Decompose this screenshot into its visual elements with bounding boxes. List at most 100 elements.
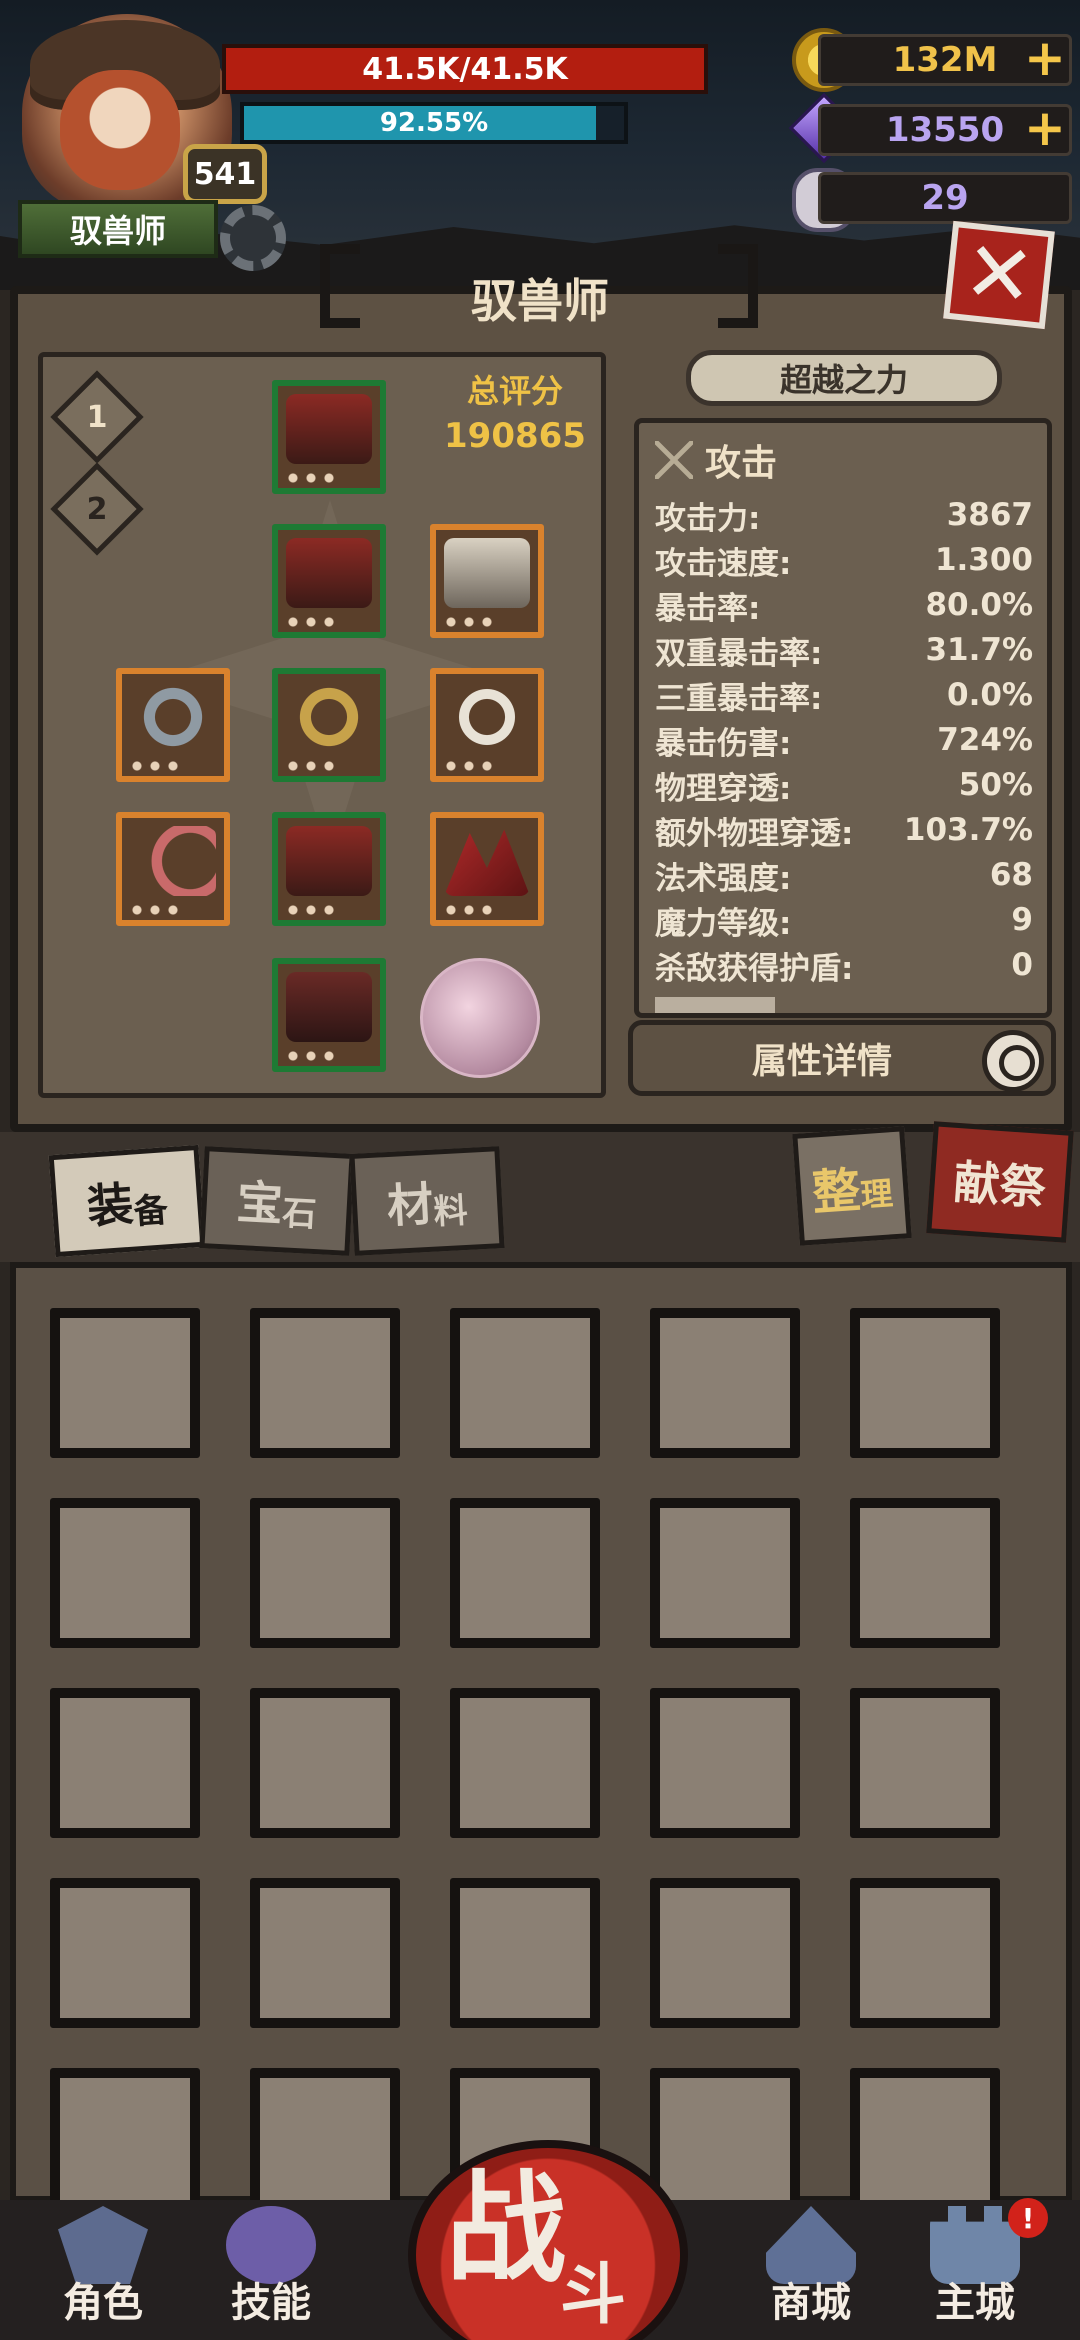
inventory-slot[interactable] <box>250 1688 400 1838</box>
equip-slot-helmet[interactable] <box>272 380 386 494</box>
avatar-face <box>60 70 180 190</box>
tab-materials[interactable]: 材料 <box>349 1146 505 1256</box>
equip-slot-ring-left[interactable] <box>116 668 230 782</box>
equip-slot-legs[interactable] <box>272 812 386 926</box>
stat-name: 攻击速度: <box>655 545 792 582</box>
inventory-slot[interactable] <box>250 1498 400 1648</box>
equip-slot-pet[interactable] <box>430 524 544 638</box>
add-crystal-button[interactable]: + <box>1022 103 1068 153</box>
inventory-slot[interactable] <box>450 1308 600 1458</box>
stat-row: 暴击率: 80.0% <box>655 583 1033 627</box>
total-score-label: 总评分 <box>466 372 563 410</box>
panel-title: 驭兽师 <box>471 274 609 328</box>
stat-value: 31.7% <box>925 632 1033 668</box>
inventory-slot[interactable] <box>450 1878 600 2028</box>
stat-row: 额外物理穿透: 103.7% <box>655 808 1033 852</box>
sort-big: 整 <box>810 1162 863 1222</box>
item-stars <box>284 616 340 628</box>
gold-rope-item <box>286 682 372 752</box>
stat-name: 杀敌获得护盾: <box>655 950 854 987</box>
inventory-slot[interactable] <box>450 1498 600 1648</box>
inventory-slot[interactable] <box>650 2068 800 2218</box>
stat-value: 0 <box>1011 947 1033 983</box>
item-stars <box>442 904 498 916</box>
inventory-slot[interactable] <box>50 1498 200 1648</box>
chest-armor-item <box>286 538 372 608</box>
inventory-slot[interactable] <box>850 1308 1000 1458</box>
leg-armor-item <box>286 826 372 896</box>
equip-slot-necklace[interactable] <box>272 668 386 782</box>
inventory-slot[interactable] <box>650 1498 800 1648</box>
player-class-plate: 驭兽师 <box>18 200 218 258</box>
stat-row: 攻击速度: 1.300 <box>655 538 1033 582</box>
inventory-slot[interactable] <box>650 1688 800 1838</box>
stat-name: 魔力等级: <box>655 905 792 942</box>
inventory-slot[interactable] <box>850 1878 1000 2028</box>
tab-materials-small: 料 <box>432 1190 469 1233</box>
stat-row: 暴击伤害: 724% <box>655 718 1033 762</box>
inventory-slot[interactable] <box>50 1308 200 1458</box>
tab-gems[interactable]: 宝石 <box>199 1146 355 1256</box>
stat-row: 法术强度: 68 <box>655 853 1033 897</box>
item-stars <box>284 904 340 916</box>
hp-text: 41.5K/41.5K <box>362 51 568 87</box>
inventory-slot[interactable] <box>250 2068 400 2218</box>
attribute-detail-label: 属性详情 <box>751 1041 892 1082</box>
nav-shop-button[interactable]: 商城 <box>748 2214 874 2332</box>
tab-equipment-small: 备 <box>132 1189 170 1233</box>
item-stars <box>442 760 498 772</box>
inventory-slot[interactable] <box>50 2068 200 2218</box>
sort-button[interactable]: 整理 <box>792 1126 912 1246</box>
inventory-slot[interactable] <box>50 1878 200 2028</box>
magnifier-icon[interactable] <box>982 1030 1044 1092</box>
inventory-slot[interactable] <box>50 1688 200 1838</box>
stats-header: 攻击 <box>655 435 777 485</box>
stat-row: 三重暴击率: 0.0% <box>655 673 1033 717</box>
tab-equipment-big: 装 <box>85 1176 136 1234</box>
inventory-slot[interactable] <box>850 1688 1000 1838</box>
equip-slot-weapon[interactable] <box>116 812 230 926</box>
stat-name: 物理穿透: <box>655 770 792 807</box>
stat-row: 双重暴击率: 31.7% <box>655 628 1033 672</box>
equip-slot-boots[interactable] <box>272 958 386 1072</box>
nav-role-button[interactable]: 角色 <box>40 2214 166 2332</box>
stats-header-label: 攻击 <box>705 443 778 484</box>
inventory-slot[interactable] <box>250 1878 400 2028</box>
stat-value: 68 <box>989 857 1033 893</box>
stat-row: 杀敌获得护盾: 0 <box>655 943 1033 987</box>
equip-slot-gloves[interactable] <box>430 812 544 926</box>
inventory-grid <box>10 1262 1072 2218</box>
sacrifice-button[interactable]: 献祭 <box>926 1121 1074 1243</box>
inventory-slot[interactable] <box>450 1688 600 1838</box>
serpent-ring-item <box>130 682 216 752</box>
inventory-slot[interactable] <box>850 2068 1000 2218</box>
item-stars <box>284 472 340 484</box>
inventory-slot[interactable] <box>650 1878 800 2028</box>
battle-label-big: 战 <box>446 2160 566 2299</box>
mp-text: 92.55% <box>379 108 489 138</box>
stat-value: 50% <box>958 767 1033 803</box>
inventory-slot[interactable] <box>650 1308 800 1458</box>
stat-value: 80.0% <box>925 587 1033 623</box>
add-gold-button[interactable]: + <box>1022 33 1068 83</box>
notification-badge: ! <box>1008 2198 1048 2238</box>
stat-value: 3867 <box>946 497 1033 533</box>
crossed-swords-icon <box>655 441 693 479</box>
stat-name: 暴击率: <box>655 590 761 627</box>
equip-slot-ring-right[interactable] <box>430 668 544 782</box>
nav-skill-button[interactable]: 技能 <box>208 2214 334 2332</box>
tab-gems-small: 石 <box>281 1192 318 1235</box>
hp-bar: 41.5K/41.5K <box>222 44 708 94</box>
bow-item <box>130 826 216 896</box>
tab-equipment[interactable]: 装备 <box>48 1144 206 1258</box>
item-stars <box>128 904 184 916</box>
loadout-tab-label: 2 <box>86 491 108 527</box>
seal-gem-slot[interactable] <box>420 958 540 1078</box>
stat-name: 攻击力: <box>655 500 761 537</box>
inventory-slot[interactable] <box>250 1308 400 1458</box>
close-button[interactable]: ✕ <box>943 220 1055 330</box>
beyond-power-button[interactable]: 超越之力 <box>686 350 1002 406</box>
inventory-slot[interactable] <box>850 1498 1000 1648</box>
stat-value: 103.7% <box>903 812 1033 848</box>
equip-slot-chest[interactable] <box>272 524 386 638</box>
